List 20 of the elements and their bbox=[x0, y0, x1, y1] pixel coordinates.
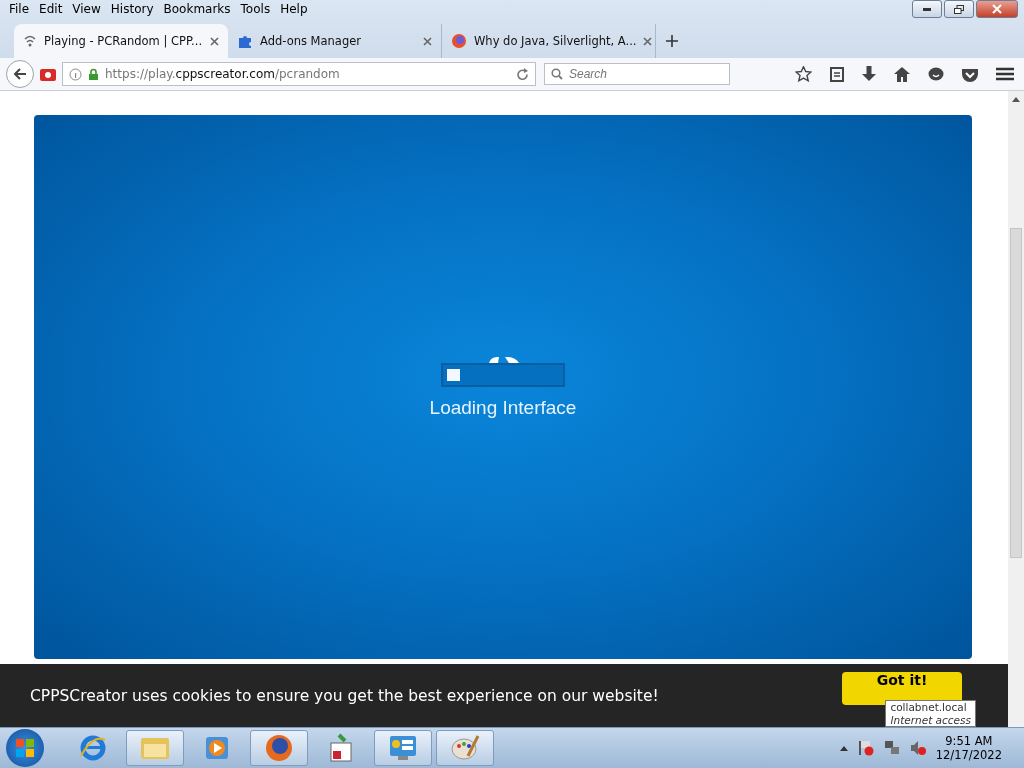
address-bar[interactable]: https://play.cppscreator.com/pcrandom bbox=[62, 62, 536, 86]
date-text: 12/17/2022 bbox=[935, 748, 1002, 762]
menu-item[interactable]: File bbox=[4, 2, 35, 16]
menu-item[interactable]: Edit bbox=[34, 2, 68, 16]
clock[interactable]: 9:51 AM 12/17/2022 bbox=[935, 734, 1002, 762]
menu-item[interactable]: Bookmarks bbox=[158, 2, 236, 16]
time-text: 9:51 AM bbox=[945, 734, 993, 748]
loading-text: Loading Interface bbox=[429, 397, 577, 419]
url-text: https://play.cppscreator.com/pcrandom bbox=[105, 67, 341, 81]
tab-title: Why do Java, Silverlight, A... bbox=[474, 34, 637, 48]
browser-tab[interactable]: Playing - PCRandom | CPP... bbox=[14, 24, 228, 58]
cookie-message: CPPSCreator uses cookies to ensure you get the best experience on our website! bbox=[30, 686, 659, 705]
menu-item[interactable]: Tools bbox=[235, 2, 276, 16]
menu-item[interactable]: View bbox=[67, 2, 106, 16]
search-field[interactable]: Search bbox=[544, 63, 730, 85]
tab-title: Playing - PCRandom | CPP... bbox=[44, 34, 203, 48]
tab-title: Add-ons Manager bbox=[260, 34, 362, 48]
menu-item[interactable]: History bbox=[105, 2, 159, 16]
menu-item[interactable]: Help bbox=[275, 2, 313, 16]
tooltip-subtitle: Internet access bbox=[890, 713, 971, 726]
